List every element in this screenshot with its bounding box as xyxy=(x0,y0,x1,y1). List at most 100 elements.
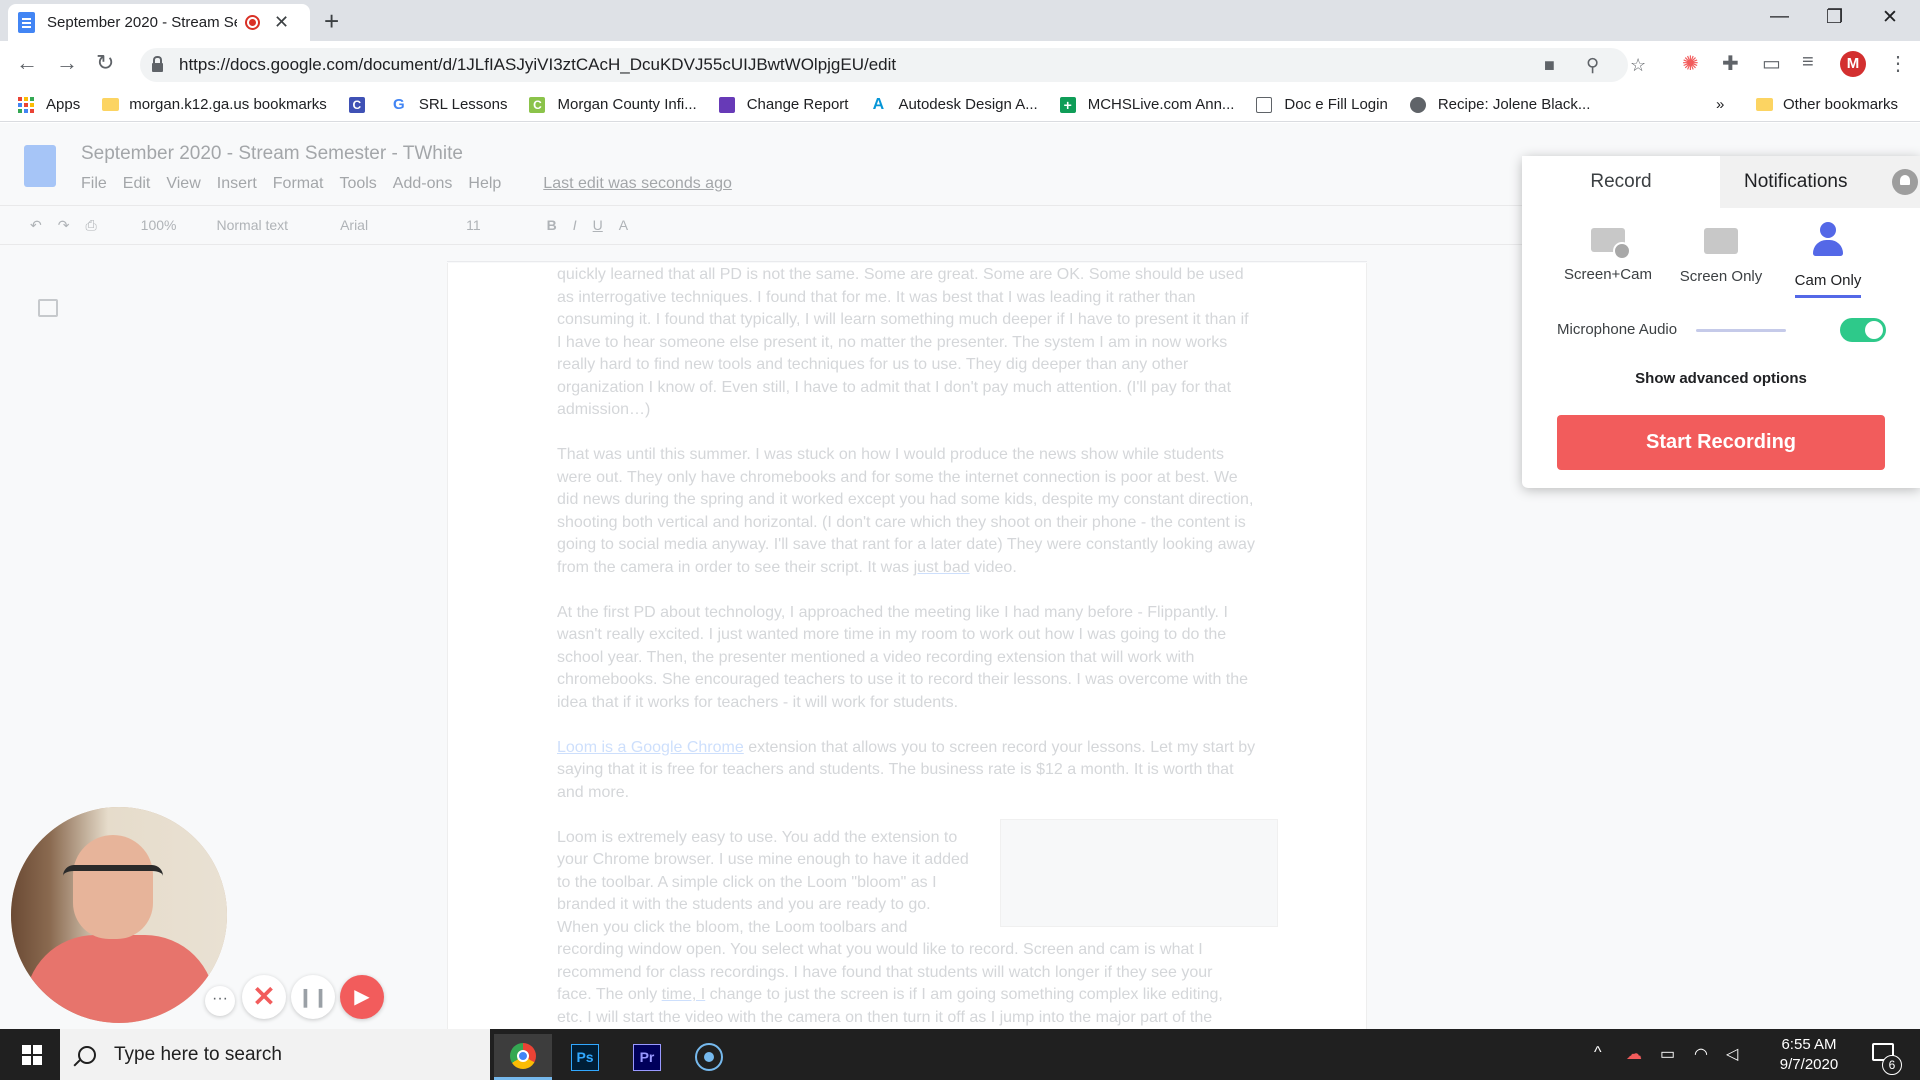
menu-addons[interactable]: Add-ons xyxy=(393,175,453,193)
menu-help[interactable]: Help xyxy=(468,175,501,193)
more-options-button[interactable]: ··· xyxy=(205,986,235,1016)
camera-in-use-icon[interactable]: ■ xyxy=(1544,55,1555,76)
taskbar-clock[interactable]: 6:55 AM 9/7/2020 xyxy=(1762,1035,1856,1075)
mode-label: Screen+Cam xyxy=(1564,266,1652,283)
extensions-puzzle-icon[interactable]: ✚ xyxy=(1722,51,1739,76)
pause-button[interactable]: ❙❙ xyxy=(291,975,335,1019)
underline-icon[interactable]: U xyxy=(593,217,603,233)
tab-notifications[interactable]: Notifications xyxy=(1720,156,1920,208)
loom-tabs: Record Notifications xyxy=(1522,156,1920,208)
bookmark-change-report[interactable]: Change Report xyxy=(718,96,848,113)
bookmark-label: Autodesk Design A... xyxy=(898,96,1038,113)
document-title[interactable]: September 2020 - Stream Semester - TWhit… xyxy=(81,143,463,165)
text-line: etc. I will start the video with the cam… xyxy=(557,1008,1213,1026)
other-bookmarks-folder[interactable]: Other bookmarks xyxy=(1756,96,1898,113)
print-icon[interactable]: ⎙ xyxy=(85,217,96,234)
address-bar[interactable]: https://docs.google.com/document/d/1JLfI… xyxy=(140,48,1646,82)
cast-icon[interactable]: ▭ xyxy=(1762,51,1781,76)
start-recording-button[interactable]: Start Recording xyxy=(1557,415,1885,470)
bookmark-recipe[interactable]: Recipe: Jolene Black... xyxy=(1409,96,1590,113)
bold-icon[interactable]: B xyxy=(547,217,557,233)
taskbar-photoshop[interactable]: Ps xyxy=(556,1034,614,1080)
show-advanced-options-link[interactable]: Show advanced options xyxy=(1522,370,1920,387)
form-icon xyxy=(718,96,735,113)
zoom-icon[interactable]: ⚲ xyxy=(1586,55,1599,76)
font-size-select[interactable]: 11 xyxy=(466,217,481,233)
volume-icon[interactable]: ◁ xyxy=(1726,1044,1738,1064)
docs-logo-icon[interactable] xyxy=(24,145,56,187)
taskbar-premiere[interactable]: Pr xyxy=(618,1034,676,1080)
text-line: recommend for class recordings. I have f… xyxy=(557,963,1213,981)
paragraph: Loom is a Google Chrome extension that a… xyxy=(557,737,1257,805)
menu-insert[interactable]: Insert xyxy=(217,175,257,193)
tray-cloud-icon[interactable]: ☁ xyxy=(1626,1044,1642,1064)
mode-label: Screen Only xyxy=(1679,268,1763,285)
bookmark-label: Apps xyxy=(46,96,81,113)
ruler[interactable] xyxy=(447,248,1367,262)
tab-title: September 2020 - Stream Se xyxy=(47,14,237,31)
battery-icon[interactable]: ▭ xyxy=(1660,1044,1675,1064)
menu-file[interactable]: File xyxy=(81,175,107,193)
new-tab-button[interactable]: + xyxy=(324,6,339,37)
close-window-button[interactable]: ✕ xyxy=(1882,6,1898,29)
text-line: recording window open. You select what y… xyxy=(557,941,1203,958)
zoom-select[interactable]: 100% xyxy=(141,217,177,233)
text-color-icon[interactable]: A xyxy=(619,217,628,233)
reload-button[interactable]: ↻ xyxy=(96,50,114,76)
windows-start-icon[interactable] xyxy=(22,1045,42,1065)
loom-extension-icon[interactable]: ✺ xyxy=(1682,51,1699,76)
bookmark-apps[interactable]: Apps xyxy=(18,96,80,113)
bookmark-doc-e-fill[interactable]: Doc e Fill Login xyxy=(1256,96,1388,113)
menu-tools[interactable]: Tools xyxy=(339,175,376,193)
menu-view[interactable]: View xyxy=(166,175,200,193)
bookmark-folder-morgan[interactable]: morgan.k12.ga.us bookmarks xyxy=(102,96,327,113)
bookmark-mchslive[interactable]: + MCHSLive.com Ann... xyxy=(1059,96,1234,113)
tray-overflow-icon[interactable]: ^ xyxy=(1594,1044,1602,1062)
clock-time: 6:55 AM xyxy=(1781,1036,1837,1053)
menu-edit[interactable]: Edit xyxy=(123,175,151,193)
bookmark-c-app[interactable]: C xyxy=(348,96,377,113)
mode-cam-only[interactable]: Cam Only xyxy=(1768,222,1888,298)
screen-icon xyxy=(1704,228,1738,254)
forward-button[interactable]: → xyxy=(56,50,78,76)
bookmark-srl-lessons[interactable]: G SRL Lessons xyxy=(391,96,508,113)
font-select[interactable]: Arial xyxy=(340,217,368,233)
premiere-icon: Pr xyxy=(633,1043,661,1071)
microphone-toggle[interactable] xyxy=(1840,318,1886,342)
tab-record[interactable]: Record xyxy=(1522,156,1720,208)
style-select[interactable]: Normal text xyxy=(216,217,288,233)
last-edit-link[interactable]: Last edit was seconds ago xyxy=(543,175,732,193)
bookmark-star-icon[interactable]: ☆ xyxy=(1630,55,1646,76)
taskbar-chrome[interactable] xyxy=(494,1034,552,1080)
tab-close-icon[interactable]: ✕ xyxy=(274,12,289,33)
profile-avatar[interactable]: M xyxy=(1840,51,1866,77)
restore-button[interactable]: ❐ xyxy=(1826,6,1843,29)
webcam-bubble[interactable] xyxy=(11,807,227,1023)
back-button[interactable]: ← xyxy=(16,50,38,76)
loom-link[interactable]: Loom is a Google Chrome xyxy=(557,739,744,756)
bookmark-morgan-county[interactable]: C Morgan County Infi... xyxy=(529,96,697,113)
search-icon xyxy=(78,1045,96,1064)
mode-screen-cam[interactable]: Screen+Cam xyxy=(1548,222,1668,283)
cancel-recording-button[interactable]: ✕ xyxy=(242,975,286,1019)
menu-format[interactable]: Format xyxy=(273,175,324,193)
chrome-menu-icon[interactable]: ⋮ xyxy=(1888,51,1908,76)
redo-icon[interactable]: ↷ xyxy=(58,217,70,234)
browser-tab[interactable]: September 2020 - Stream Se ✕ xyxy=(8,4,310,41)
undo-icon[interactable]: ↶ xyxy=(30,217,42,234)
bookmark-autodesk[interactable]: A Autodesk Design A... xyxy=(870,96,1038,113)
record-button[interactable]: ▶ xyxy=(340,975,384,1019)
lock-icon xyxy=(152,56,163,72)
browser-tabstrip: September 2020 - Stream Se ✕ + — ❐ ✕ xyxy=(0,0,1920,41)
taskbar-search-box[interactable]: Type here to search xyxy=(60,1029,490,1080)
bookmarks-overflow-button[interactable]: » xyxy=(1716,96,1724,113)
minimize-button[interactable]: — xyxy=(1770,6,1789,28)
wifi-icon[interactable]: ◠ xyxy=(1694,1044,1708,1064)
inline-screenshot-image[interactable] xyxy=(1000,819,1278,927)
document-outline-icon[interactable] xyxy=(38,299,58,317)
taskbar-loom[interactable] xyxy=(680,1034,738,1080)
italic-icon[interactable]: I xyxy=(573,217,577,233)
media-queue-icon[interactable]: ≡ xyxy=(1802,51,1814,74)
mode-screen-only[interactable]: Screen Only xyxy=(1661,222,1781,285)
paragraph: That was until this summer. I was stuck … xyxy=(557,444,1257,579)
